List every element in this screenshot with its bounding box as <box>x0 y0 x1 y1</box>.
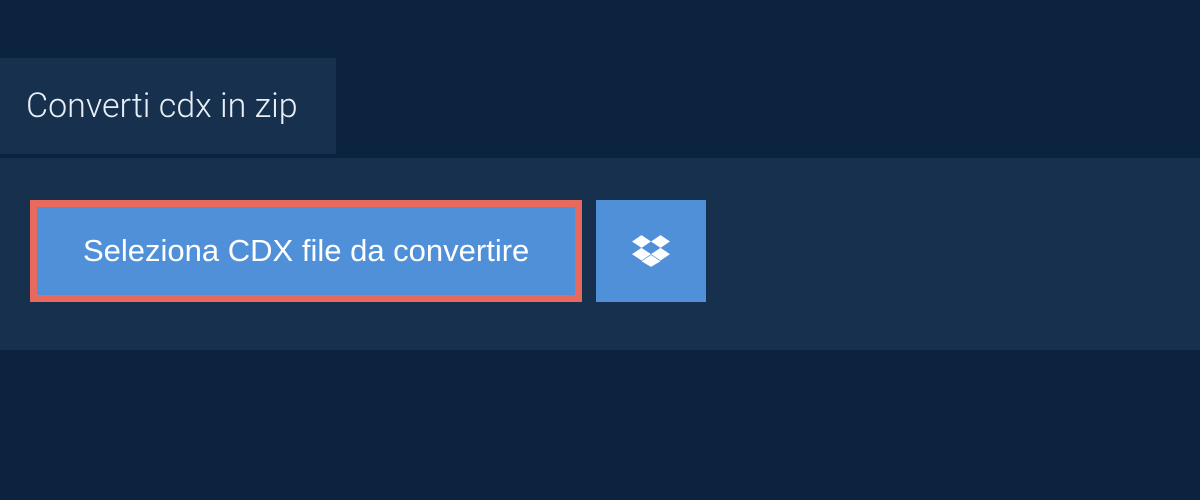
select-file-button[interactable]: Seleziona CDX file da convertire <box>37 207 575 295</box>
converter-panel: Seleziona CDX file da convertire <box>0 154 1200 350</box>
dropbox-icon <box>632 232 670 270</box>
tab-title: Converti cdx in zip <box>0 58 336 154</box>
select-file-highlight: Seleziona CDX file da convertire <box>30 200 582 302</box>
dropbox-button[interactable] <box>596 200 706 302</box>
